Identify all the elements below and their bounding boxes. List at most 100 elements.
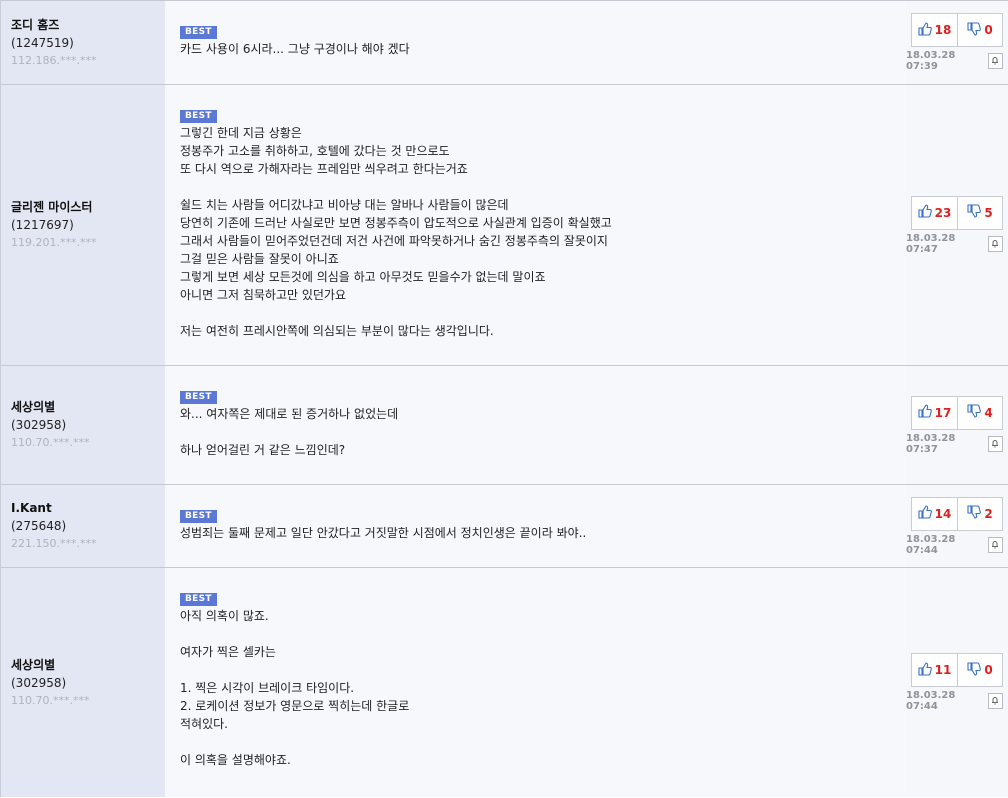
comment-author: 세상의별 (302958) 110.70.***.*** bbox=[1, 568, 165, 797]
bell-icon bbox=[990, 437, 1000, 451]
author-nickname[interactable]: I.Kant bbox=[11, 499, 165, 517]
comment-body: BEST 성범죄는 둘째 문제고 일단 안갔다고 거짓말한 시점에서 정치인생은… bbox=[165, 485, 906, 567]
comment-text-line: 1. 찍은 시각이 브레이크 타임이다. bbox=[180, 681, 355, 695]
bell-icon bbox=[990, 538, 1000, 552]
upvote-count: 17 bbox=[934, 405, 952, 420]
comment-text-line: 하나 얻어걸린 거 같은 느낌인데? bbox=[180, 443, 346, 457]
comment-row: 세상의별 (302958) 110.70.***.*** BEST 와... 여… bbox=[1, 365, 1008, 484]
downvote-button[interactable]: 0 bbox=[957, 14, 1002, 46]
thumbs-up-icon bbox=[918, 404, 935, 421]
downvote-button[interactable]: 5 bbox=[957, 196, 1002, 229]
comment-text-line: 2. 로케이션 정보가 영문으로 찍히는데 한글로 bbox=[180, 699, 410, 713]
thumbs-down-icon bbox=[967, 404, 984, 421]
comment-author: 조디 홈즈 (1247519) 112.186.***.*** bbox=[1, 1, 165, 84]
comment-text-line bbox=[180, 661, 906, 679]
comment-text-line bbox=[180, 733, 906, 751]
report-button[interactable] bbox=[987, 693, 1003, 709]
author-id: (302958) bbox=[11, 418, 67, 432]
author-id: (1217697) bbox=[11, 218, 74, 232]
author-nickname[interactable]: 세상의별 bbox=[11, 398, 165, 416]
comment-timestamp: 18.03.28 07:44 bbox=[906, 690, 956, 712]
comment-actions: 14 2 18.03.28 07:44 bbox=[906, 485, 1008, 567]
comment-text-line: 쉴드 치는 사람들 어디갔냐고 비아냥 대는 알바나 사람들이 많은데 bbox=[180, 198, 509, 212]
thumbs-down-icon bbox=[967, 661, 984, 679]
report-button[interactable] bbox=[987, 536, 1003, 553]
downvote-count: 0 bbox=[984, 23, 993, 37]
author-id: (1247519) bbox=[11, 35, 74, 50]
comment-actions: 17 4 18.03.28 07:37 bbox=[906, 366, 1008, 484]
thumbs-up-icon bbox=[918, 505, 935, 522]
comment-body: BEST 카드 사용이 6시라... 그냥 구경이나 해야 겠다 bbox=[165, 1, 906, 84]
comment-timestamp: 18.03.28 07:44 bbox=[906, 533, 956, 556]
upvote-button[interactable]: 14 bbox=[912, 498, 957, 530]
author-id: (302958) bbox=[11, 675, 67, 690]
downvote-button[interactable]: 2 bbox=[957, 497, 1002, 530]
upvote-button[interactable]: 11 bbox=[912, 654, 957, 686]
comment-text-line bbox=[180, 423, 906, 441]
upvote-count: 23 bbox=[934, 205, 952, 220]
comment-text-line: 적혀있다. bbox=[180, 717, 228, 731]
vote-box: 23 5 bbox=[911, 195, 1003, 230]
comment-text-line: 당연히 기존에 드러난 사실로만 보면 정봉주측이 압도적으로 사실관계 입증이… bbox=[180, 216, 612, 230]
comment-actions: 11 0 18.03.28 07:44 bbox=[906, 568, 1008, 797]
author-ip: 110.70.***.*** bbox=[11, 436, 90, 449]
comment-text-line: 이 의혹을 설명해야죠. bbox=[180, 753, 291, 767]
comment-author: I.Kant (275648) 221.150.***.*** bbox=[1, 485, 165, 567]
comment-text-line bbox=[180, 178, 906, 196]
comment-text-line: 카드 사용이 6시라... 그냥 구경이나 해야 겠다 bbox=[180, 42, 410, 56]
author-id: (275648) bbox=[11, 519, 67, 533]
comment-text-line bbox=[180, 625, 906, 643]
vote-box: 11 0 bbox=[911, 653, 1003, 687]
upvote-count: 14 bbox=[934, 506, 952, 521]
best-badge: BEST bbox=[180, 391, 217, 404]
upvote-count: 11 bbox=[934, 663, 952, 677]
comment-body: BEST 그렇긴 한데 지금 상황은정봉주가 고소를 취하하고, 호텔에 갔다는… bbox=[165, 85, 906, 365]
downvote-button[interactable]: 0 bbox=[957, 654, 1002, 686]
best-badge: BEST bbox=[180, 110, 217, 123]
comment-body: BEST 아직 의혹이 많죠. 여자가 찍은 셀카는 1. 찍은 시각이 브레이크 … bbox=[165, 568, 906, 797]
best-badge: BEST bbox=[180, 593, 217, 606]
thumbs-down-icon bbox=[967, 21, 984, 39]
report-button[interactable] bbox=[987, 53, 1003, 69]
comment-text-line: 여자가 찍은 셀카는 bbox=[180, 645, 276, 659]
author-nickname[interactable]: 세상의별 bbox=[11, 656, 165, 674]
comment-row: 글리젠 마이스터 (1217697) 119.201.***.*** BEST … bbox=[1, 84, 1008, 365]
vote-box: 18 0 bbox=[911, 13, 1003, 47]
bell-icon bbox=[990, 237, 1000, 251]
comment-text-line: 정봉주가 고소를 취하하고, 호텔에 갔다는 것 만으로도 bbox=[180, 144, 450, 158]
downvote-count: 2 bbox=[984, 506, 993, 521]
comment-text-line: 성범죄는 둘째 문제고 일단 안갔다고 거짓말한 시점에서 정치인생은 끝이라 … bbox=[180, 526, 587, 540]
best-badge: BEST bbox=[180, 26, 217, 39]
author-ip: 112.186.***.*** bbox=[11, 53, 97, 67]
comment-list: 조디 홈즈 (1247519) 112.186.***.*** BEST 카드 … bbox=[0, 0, 1008, 797]
upvote-button[interactable]: 23 bbox=[912, 197, 957, 229]
comment-timestamp: 18.03.28 07:37 bbox=[906, 432, 956, 455]
author-nickname[interactable]: 조디 홈즈 bbox=[11, 16, 165, 34]
comment-text-line: 그렇긴 한데 지금 상황은 bbox=[180, 126, 302, 140]
author-nickname[interactable]: 글리젠 마이스터 bbox=[11, 198, 165, 216]
comment-text-line: 그걸 믿은 사람들 잘못이 아니죠 bbox=[180, 252, 339, 266]
comment-text-line: 와... 여자쪽은 제대로 된 증거하나 없었는데 bbox=[180, 407, 399, 421]
comment-actions: 23 5 18.03.28 07:47 bbox=[906, 85, 1008, 365]
comment-row: I.Kant (275648) 221.150.***.*** BEST 성범죄… bbox=[1, 484, 1008, 567]
downvote-button[interactable]: 4 bbox=[957, 396, 1002, 429]
comment-timestamp: 18.03.28 07:47 bbox=[906, 232, 956, 255]
bell-icon bbox=[990, 694, 1000, 708]
thumbs-up-icon bbox=[918, 204, 935, 221]
thumbs-down-icon bbox=[967, 204, 984, 221]
downvote-count: 0 bbox=[984, 663, 993, 677]
comment-text-line: 아니면 그저 침묵하고만 있던가요 bbox=[180, 288, 347, 302]
vote-box: 14 2 bbox=[911, 496, 1003, 531]
downvote-count: 5 bbox=[984, 205, 993, 220]
comment-row: 세상의별 (302958) 110.70.***.*** BEST 아직 의혹이… bbox=[1, 567, 1008, 797]
upvote-button[interactable]: 17 bbox=[912, 397, 957, 429]
author-ip: 110.70.***.*** bbox=[11, 693, 90, 707]
upvote-count: 18 bbox=[934, 23, 952, 37]
best-badge: BEST bbox=[180, 510, 217, 523]
bell-icon bbox=[990, 54, 1000, 68]
comment-text-line: 저는 여전히 프레시안쪽에 의심되는 부분이 많다는 생각입니다. bbox=[180, 324, 494, 338]
upvote-button[interactable]: 18 bbox=[912, 14, 957, 46]
report-button[interactable] bbox=[987, 435, 1003, 452]
comment-text-line: 그렇게 보면 세상 모든것에 의심을 하고 아무것도 믿을수가 없는데 말이죠 bbox=[180, 270, 546, 284]
report-button[interactable] bbox=[987, 235, 1003, 252]
